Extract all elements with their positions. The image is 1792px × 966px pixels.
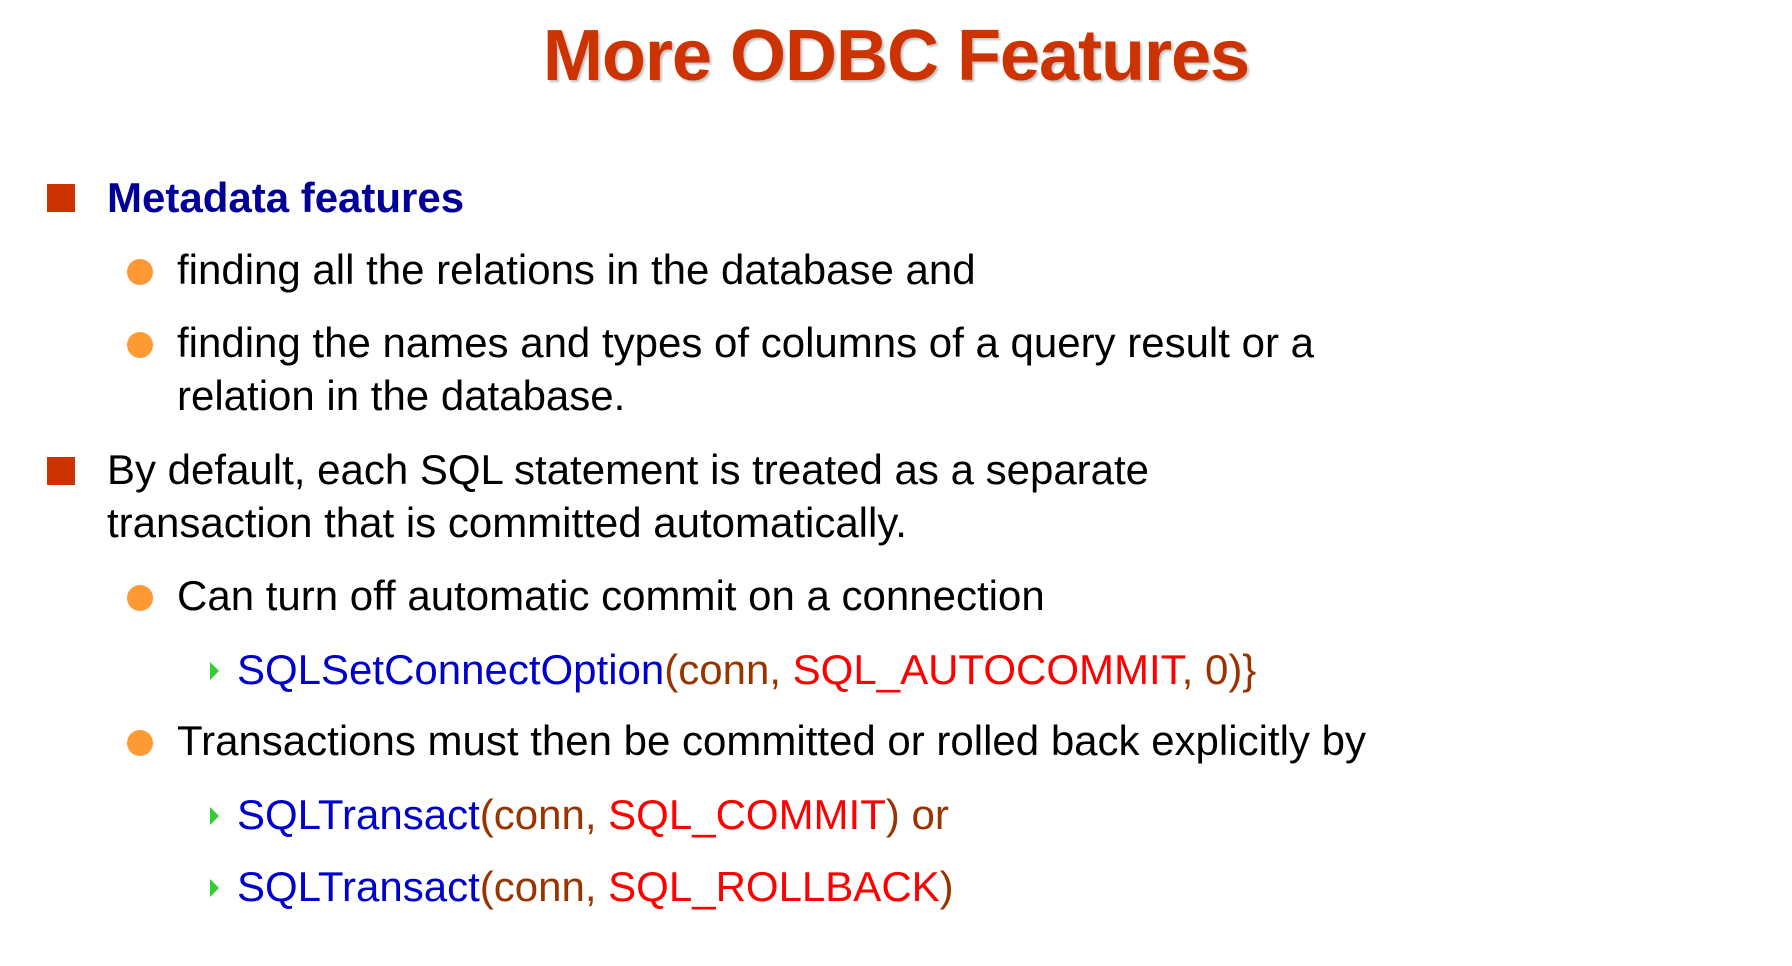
arrow-bullet-icon: [210, 662, 219, 680]
code-args: (conn,: [479, 791, 609, 838]
code-function: SQLSetConnectOption: [237, 646, 665, 693]
square-bullet-icon: [47, 184, 75, 212]
circle-bullet-icon: [127, 585, 153, 611]
autocommit-sub2: Transactions must then be committed or r…: [177, 717, 1366, 764]
slide-title: More ODBC Features: [542, 16, 1250, 96]
metadata-sub2-line2: relation in the database.: [177, 372, 626, 419]
code-transact-commit: SQLTransact(conn, SQL_COMMIT) or: [237, 789, 949, 841]
code-constant: SQL_AUTOCOMMIT: [792, 646, 1182, 693]
metadata-sub2-line1: finding the names and types of columns o…: [177, 319, 1314, 366]
autocommit-line1: By default, each SQL statement is treate…: [107, 446, 1150, 493]
square-bullet-icon: [47, 457, 75, 485]
code-args-close: ): [939, 863, 954, 910]
autocommit-line2: transaction that is committed automatica…: [107, 499, 907, 546]
code-transact-rollback: SQLTransact(conn, SQL_ROLLBACK): [237, 861, 954, 913]
code-args-close: , 0)}: [1181, 646, 1257, 693]
circle-bullet-icon: [127, 332, 153, 358]
circle-bullet-icon: [127, 730, 153, 756]
metadata-sub1: finding all the relations in the databas…: [177, 246, 976, 293]
autocommit-sub1: Can turn off automatic commit on a conne…: [177, 572, 1045, 619]
code-set-connect-option: SQLSetConnectOption(conn, SQL_AUTOCOMMIT…: [237, 644, 1256, 696]
code-constant: SQL_COMMIT: [608, 791, 886, 838]
metadata-heading: Metadata features: [107, 174, 465, 221]
arrow-bullet-icon: [210, 807, 219, 825]
code-args: (conn,: [664, 646, 793, 693]
circle-bullet-icon: [127, 259, 153, 285]
arrow-bullet-icon: [210, 879, 219, 897]
code-function: SQLTransact: [237, 791, 480, 838]
code-function: SQLTransact: [237, 863, 480, 910]
code-constant: SQL_ROLLBACK: [608, 863, 940, 910]
code-args: (conn,: [479, 863, 609, 910]
code-args-close: ) or: [885, 791, 949, 838]
